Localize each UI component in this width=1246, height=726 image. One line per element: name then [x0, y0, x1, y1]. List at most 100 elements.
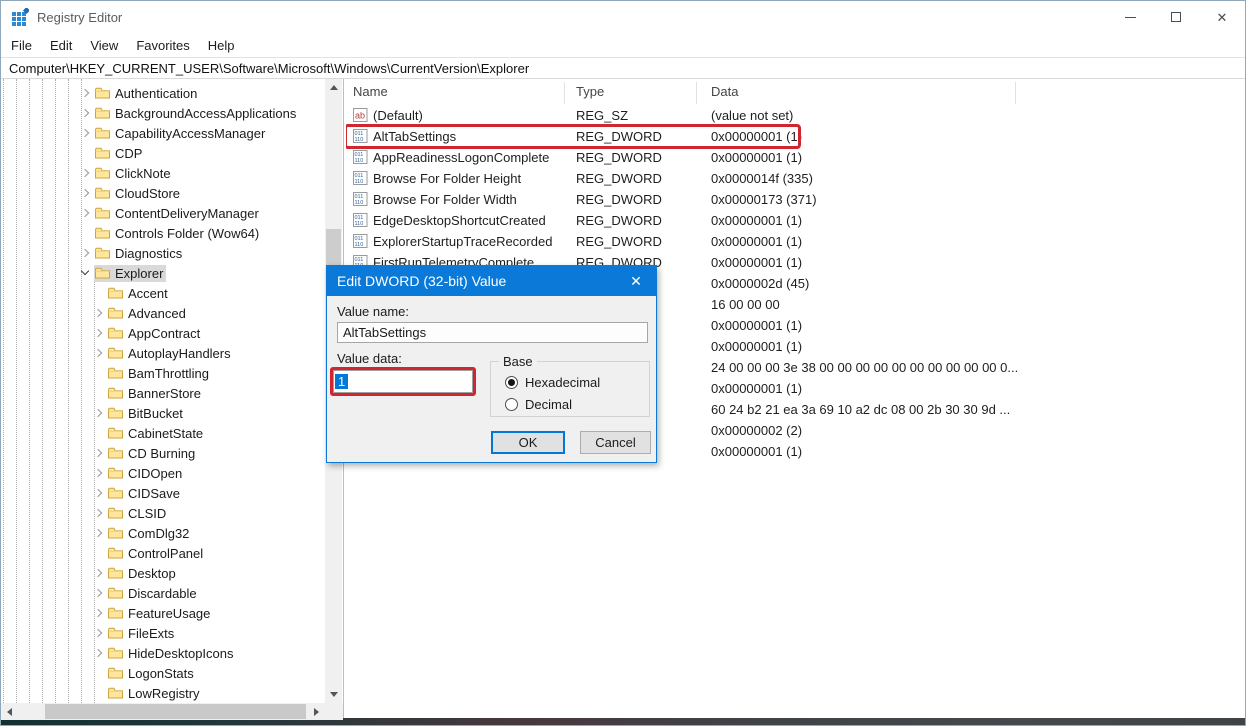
tree-item-accent[interactable]: Accent [1, 283, 343, 303]
tree-item-controlpanel[interactable]: ControlPanel [1, 543, 343, 563]
tree-item-label: Controls Folder (Wow64) [115, 226, 259, 241]
chevron-right-icon[interactable] [94, 349, 102, 357]
scroll-right-button[interactable] [308, 703, 325, 720]
chevron-right-icon[interactable] [94, 469, 102, 477]
chevron-right-icon[interactable] [94, 449, 102, 457]
tree-item-cabinetstate[interactable]: CabinetState [1, 423, 343, 443]
dword-value-icon: 011110 [353, 192, 369, 206]
base-group-label: Base [499, 354, 537, 369]
column-header-data[interactable]: Data [711, 84, 738, 99]
tree-item-diagnostics[interactable]: Diagnostics [1, 243, 343, 263]
tree-item-desktop[interactable]: Desktop [1, 563, 343, 583]
column-header-type[interactable]: Type [576, 84, 604, 99]
tree-item-bamthrottling[interactable]: BamThrottling [1, 363, 343, 383]
registry-editor-icon [11, 8, 29, 26]
folder-icon [95, 267, 110, 279]
chevron-right-icon[interactable] [81, 189, 89, 197]
folder-icon [108, 647, 123, 659]
value-row-edgedesktopshortcutcreated[interactable]: 011110EdgeDesktopShortcutCreatedREG_DWOR… [346, 210, 1245, 231]
tree-horizontal-scrollbar[interactable] [1, 703, 343, 720]
value-data-field[interactable]: 1 [333, 370, 473, 393]
chevron-right-icon[interactable] [94, 589, 102, 597]
cancel-button[interactable]: Cancel [580, 431, 651, 454]
chevron-right-icon[interactable] [94, 649, 102, 657]
dword-value-icon: 011110 [353, 150, 369, 164]
menu-edit[interactable]: Edit [41, 36, 81, 55]
tree-item-cloudstore[interactable]: CloudStore [1, 183, 343, 203]
tree-item-label: CLSID [128, 506, 166, 521]
scroll-up-button[interactable] [325, 79, 342, 96]
value-row--default-[interactable]: ab(Default)REG_SZ(value not set) [346, 105, 1245, 126]
folder-icon [108, 667, 123, 679]
tree-item-bitbucket[interactable]: BitBucket [1, 403, 343, 423]
tree-item-fileexts[interactable]: FileExts [1, 623, 343, 643]
value-row-browse-for-folder-height[interactable]: 011110Browse For Folder HeightREG_DWORD0… [346, 168, 1245, 189]
menu-favorites[interactable]: Favorites [127, 36, 198, 55]
tree-item-featureusage[interactable]: FeatureUsage [1, 603, 343, 623]
tree-item-advanced[interactable]: Advanced [1, 303, 343, 323]
tree-item-backgroundaccessapplications[interactable]: BackgroundAccessApplications [1, 103, 343, 123]
tree-item-clsid[interactable]: CLSID [1, 503, 343, 523]
chevron-right-icon[interactable] [94, 629, 102, 637]
dialog-title-bar[interactable]: Edit DWORD (32-bit) Value ✕ [327, 266, 656, 296]
chevron-right-icon[interactable] [94, 309, 102, 317]
chevron-right-icon[interactable] [81, 249, 89, 257]
column-separator[interactable] [564, 82, 565, 104]
value-name-field[interactable]: AltTabSettings [337, 322, 648, 343]
chevron-down-icon[interactable] [81, 267, 89, 275]
tree-item-hidedesktopicons[interactable]: HideDesktopIcons [1, 643, 343, 663]
tree-item-comdlg32[interactable]: ComDlg32 [1, 523, 343, 543]
address-bar[interactable]: Computer\HKEY_CURRENT_USER\Software\Micr… [1, 57, 1245, 79]
tree-item-autoplayhandlers[interactable]: AutoplayHandlers [1, 343, 343, 363]
chevron-right-icon[interactable] [94, 329, 102, 337]
tree-item-appcontract[interactable]: AppContract [1, 323, 343, 343]
ok-button[interactable]: OK [491, 431, 565, 454]
tree-item-capabilityaccessmanager[interactable]: CapabilityAccessManager [1, 123, 343, 143]
chevron-right-icon[interactable] [81, 129, 89, 137]
chevron-right-icon[interactable] [94, 569, 102, 577]
tree-item-controls-folder-wow64-[interactable]: Controls Folder (Wow64) [1, 223, 343, 243]
tree-item-cidsave[interactable]: CIDSave [1, 483, 343, 503]
menu-bar: File Edit View Favorites Help [1, 33, 1245, 57]
column-header-name[interactable]: Name [353, 84, 388, 99]
menu-file[interactable]: File [2, 36, 41, 55]
chevron-right-icon[interactable] [94, 509, 102, 517]
value-type: REG_DWORD [576, 234, 662, 249]
chevron-right-icon[interactable] [94, 489, 102, 497]
menu-help[interactable]: Help [199, 36, 244, 55]
tree-item-contentdeliverymanager[interactable]: ContentDeliveryManager [1, 203, 343, 223]
tree-item-cd-burning[interactable]: CD Burning [1, 443, 343, 463]
value-row-browse-for-folder-width[interactable]: 011110Browse For Folder WidthREG_DWORD0x… [346, 189, 1245, 210]
tree-item-clicknote[interactable]: ClickNote [1, 163, 343, 183]
decimal-radio[interactable]: Decimal [505, 397, 572, 412]
column-separator[interactable] [696, 82, 697, 104]
tree-item-label: CIDSave [128, 486, 180, 501]
tree-item-explorer[interactable]: Explorer [1, 263, 343, 283]
tree-item-discardable[interactable]: Discardable [1, 583, 343, 603]
close-button[interactable]: ✕ [1199, 1, 1245, 33]
minimize-button[interactable] [1107, 1, 1153, 33]
chevron-right-icon[interactable] [81, 109, 89, 117]
scroll-down-button[interactable] [325, 686, 342, 703]
chevron-right-icon[interactable] [81, 89, 89, 97]
value-row-explorerstartuptracerecorded[interactable]: 011110ExplorerStartupTraceRecordedREG_DW… [346, 231, 1245, 252]
scroll-left-button[interactable] [1, 703, 18, 720]
chevron-right-icon[interactable] [94, 609, 102, 617]
tree-item-authentication[interactable]: Authentication [1, 83, 343, 103]
menu-view[interactable]: View [81, 36, 127, 55]
hexadecimal-radio[interactable]: Hexadecimal [505, 375, 600, 390]
chevron-right-icon[interactable] [94, 529, 102, 537]
dialog-close-button[interactable]: ✕ [616, 266, 656, 296]
chevron-right-icon[interactable] [94, 409, 102, 417]
tree-item-lowregistry[interactable]: LowRegistry [1, 683, 343, 703]
value-row-appreadinesslogoncomplete[interactable]: 011110AppReadinessLogonCompleteREG_DWORD… [346, 147, 1245, 168]
chevron-right-icon[interactable] [81, 169, 89, 177]
chevron-right-icon[interactable] [81, 209, 89, 217]
tree-item-bannerstore[interactable]: BannerStore [1, 383, 343, 403]
tree-item-cdp[interactable]: CDP [1, 143, 343, 163]
maximize-button[interactable] [1153, 1, 1199, 33]
tree-item-cidopen[interactable]: CIDOpen [1, 463, 343, 483]
tree-item-logonstats[interactable]: LogonStats [1, 663, 343, 683]
column-separator[interactable] [1015, 82, 1016, 104]
horizontal-scroll-thumb[interactable] [45, 704, 306, 719]
